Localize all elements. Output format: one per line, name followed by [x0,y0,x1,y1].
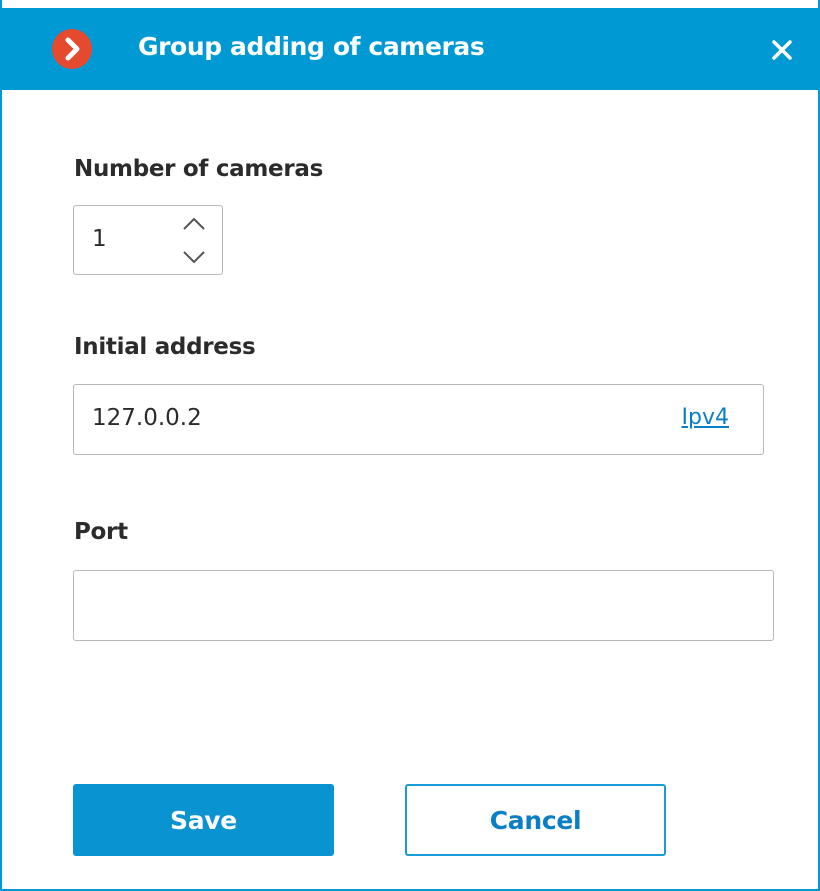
decrement-button[interactable] [178,244,210,270]
number-of-cameras-value[interactable]: 1 [92,226,107,252]
app-logo-icon [52,29,92,69]
title-bar: Group adding of cameras [2,8,820,90]
chevron-right-icon [65,37,80,61]
initial-address-field[interactable]: 127.0.0.2 Ipv4 [73,384,764,455]
close-button[interactable] [762,30,802,70]
initial-address-value[interactable]: 127.0.0.2 [92,405,202,431]
number-of-cameras-label: Number of cameras [74,156,323,182]
dialog-title: Group adding of cameras [138,32,485,61]
chevron-up-icon [183,217,205,230]
ipv4-link[interactable]: Ipv4 [682,405,729,430]
cancel-button[interactable]: Cancel [405,784,666,856]
group-adding-dialog: Group adding of cameras Number of camera… [0,0,820,891]
save-button[interactable]: Save [73,784,334,856]
chevron-down-icon [183,251,205,264]
increment-button[interactable] [178,210,210,236]
number-of-cameras-stepper[interactable]: 1 [73,205,223,275]
port-label: Port [74,519,128,545]
initial-address-label: Initial address [74,334,256,360]
close-icon [772,40,792,60]
port-field[interactable] [73,570,774,641]
